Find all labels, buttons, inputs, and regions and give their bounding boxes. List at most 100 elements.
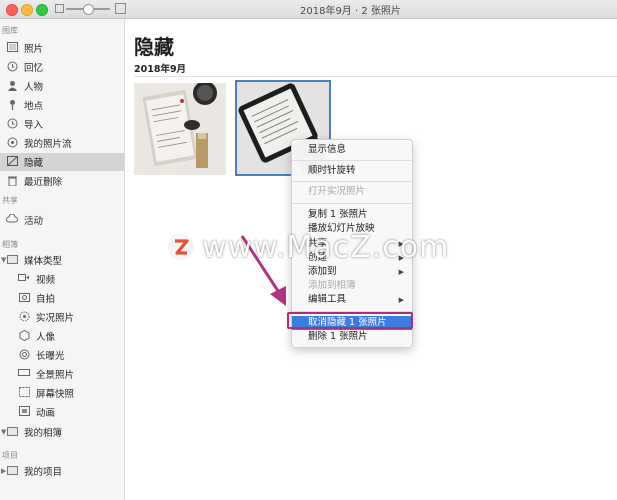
menu-item-duplicate[interactable]: 复制 1 张照片 <box>292 208 412 222</box>
menu-item-label: 删除 1 张照片 <box>308 331 368 342</box>
sidebar-item-hidden[interactable]: 隐藏 <box>0 153 124 171</box>
minimize-window-button[interactable] <box>21 4 33 16</box>
sidebar-item-label: 实况照片 <box>36 313 75 324</box>
sidebar-item-photos[interactable]: 照片 <box>0 39 124 57</box>
long-exposure-icon <box>18 349 30 361</box>
cloud-icon <box>6 213 18 226</box>
sidebar-item-long-exposure[interactable]: 长曝光 <box>0 346 124 364</box>
photostream-icon <box>6 137 18 149</box>
sidebar-header-albums: 相簿 <box>2 240 18 249</box>
sidebar-item-my-projects[interactable]: ▶ 我的项目 <box>0 462 124 480</box>
close-window-button[interactable] <box>6 4 18 16</box>
sidebar-header-projects: 项目 <box>2 451 18 460</box>
submenu-arrow-icon: ▶ <box>398 296 404 304</box>
sidebar-item-label: 屏幕快照 <box>36 389 75 400</box>
sidebar-item-activity[interactable]: 活动 <box>0 211 124 229</box>
sidebar-item-portrait[interactable]: 人像 <box>0 327 124 345</box>
sidebar-item-screenshots[interactable]: 屏幕快照 <box>0 384 124 402</box>
sidebar-header-shared: 共享 <box>2 196 18 205</box>
sidebar-item-label: 动画 <box>36 408 56 419</box>
disclosure-triangle-icon[interactable]: ▶ <box>1 467 6 475</box>
sidebar-item-videos[interactable]: 视频 <box>0 270 124 288</box>
sidebar-item-label: 长曝光 <box>36 351 65 362</box>
menu-item-label: 编辑工具 <box>308 294 347 305</box>
sidebar-item-label: 我的照片流 <box>24 139 72 150</box>
menu-item-rotate-clockwise[interactable]: 顺时针旋转 <box>292 164 412 178</box>
sidebar-item-label: 回忆 <box>24 63 44 74</box>
folder-icon <box>6 254 18 266</box>
page-title: 隐藏 <box>134 35 174 59</box>
sidebar-item-photostream[interactable]: 我的照片流 <box>0 134 124 152</box>
sidebar-item-people[interactable]: 人物 <box>0 77 124 95</box>
zoom-out-icon <box>55 4 64 13</box>
title-bar: 2018年9月 · 2 张照片 <box>0 0 617 19</box>
menu-item-get-info[interactable]: 显示信息 <box>292 143 412 157</box>
sidebar-item-live-photos[interactable]: 实况照片 <box>0 308 124 326</box>
menu-item-open-live-photo: 打开实况照片 <box>292 185 412 199</box>
divider <box>134 76 617 77</box>
sidebar-item-label: 我的相簿 <box>24 428 63 439</box>
sidebar-item-label: 隐藏 <box>24 158 44 169</box>
menu-separator <box>292 160 412 161</box>
sidebar-item-recently-deleted[interactable]: 最近删除 <box>0 172 124 190</box>
sidebar-item-label: 照片 <box>24 44 44 55</box>
sidebar-item-label: 视频 <box>36 275 56 286</box>
selfie-icon <box>18 292 30 304</box>
menu-item-label: 复制 1 张照片 <box>308 209 368 220</box>
sidebar-item-places[interactable]: 地点 <box>0 96 124 114</box>
menu-item-label: 显示信息 <box>308 144 347 155</box>
annotation-highlight-box <box>287 312 413 329</box>
sidebar-item-my-albums[interactable]: ▼ 我的相簿 <box>0 423 124 441</box>
screenshot-icon <box>18 387 30 399</box>
people-icon <box>6 80 18 92</box>
animated-icon <box>18 406 30 418</box>
photos-icon <box>6 42 18 54</box>
sidebar-item-label: 导入 <box>24 120 44 131</box>
trash-icon <box>6 175 18 187</box>
section-date-header: 2018年9月 <box>134 64 187 75</box>
live-photo-icon <box>18 311 30 323</box>
sidebar-item-media-types[interactable]: ▼ 媒体类型 <box>0 251 124 269</box>
disclosure-triangle-icon[interactable]: ▼ <box>1 428 6 436</box>
sidebar-item-import[interactable]: 导入 <box>0 115 124 133</box>
sidebar-item-label: 全景照片 <box>36 370 75 381</box>
hidden-icon <box>6 156 18 168</box>
disclosure-triangle-icon[interactable]: ▼ <box>1 256 6 264</box>
sidebar-item-panoramas[interactable]: 全景照片 <box>0 365 124 383</box>
portrait-icon <box>18 329 30 342</box>
video-icon <box>18 273 30 285</box>
watermark-logo-icon <box>168 234 194 260</box>
sidebar-item-label: 人像 <box>36 332 56 343</box>
sidebar-item-label: 我的项目 <box>24 467 63 478</box>
menu-item-add-to-album: 添加到相簿 <box>292 279 412 293</box>
sidebar-header-library: 图库 <box>2 26 18 35</box>
menu-separator <box>292 203 412 204</box>
menu-separator <box>292 181 412 182</box>
menu-item-label: 顺时针旋转 <box>308 165 356 176</box>
zoom-slider[interactable] <box>66 4 110 15</box>
sidebar-item-animated[interactable]: 动画 <box>0 403 124 421</box>
zoom-slider-knob[interactable] <box>83 4 94 15</box>
places-icon <box>6 99 18 111</box>
menu-item-label: 添加到相簿 <box>308 280 356 291</box>
sidebar-item-label: 活动 <box>24 216 44 227</box>
photo-thumbnail[interactable] <box>134 83 226 175</box>
sidebar-item-memories[interactable]: 回忆 <box>0 58 124 76</box>
sidebar-item-label: 最近删除 <box>24 177 63 188</box>
window-title: 2018年9月 · 2 张照片 <box>300 6 401 17</box>
sidebar-item-label: 地点 <box>24 101 44 112</box>
folder-icon <box>6 426 18 438</box>
panorama-icon <box>18 368 30 380</box>
sidebar: 图库 照片 回忆 人物 地点 导入 我的照片流 隐藏 最近删除 共享 活动 相簿… <box>0 19 125 500</box>
memories-icon <box>6 61 18 73</box>
import-icon <box>6 118 18 130</box>
sidebar-item-label: 自拍 <box>36 294 56 305</box>
zoom-in-icon <box>115 3 126 14</box>
menu-item-edit-with[interactable]: 编辑工具 ▶ <box>292 293 412 307</box>
menu-item-delete-photo[interactable]: 删除 1 张照片 <box>292 330 412 344</box>
folder-icon <box>6 465 18 477</box>
fullscreen-window-button[interactable] <box>36 4 48 16</box>
sidebar-item-label: 媒体类型 <box>24 256 63 267</box>
watermark-text: www.MacZ.com <box>202 230 450 265</box>
sidebar-item-selfies[interactable]: 自拍 <box>0 289 124 307</box>
